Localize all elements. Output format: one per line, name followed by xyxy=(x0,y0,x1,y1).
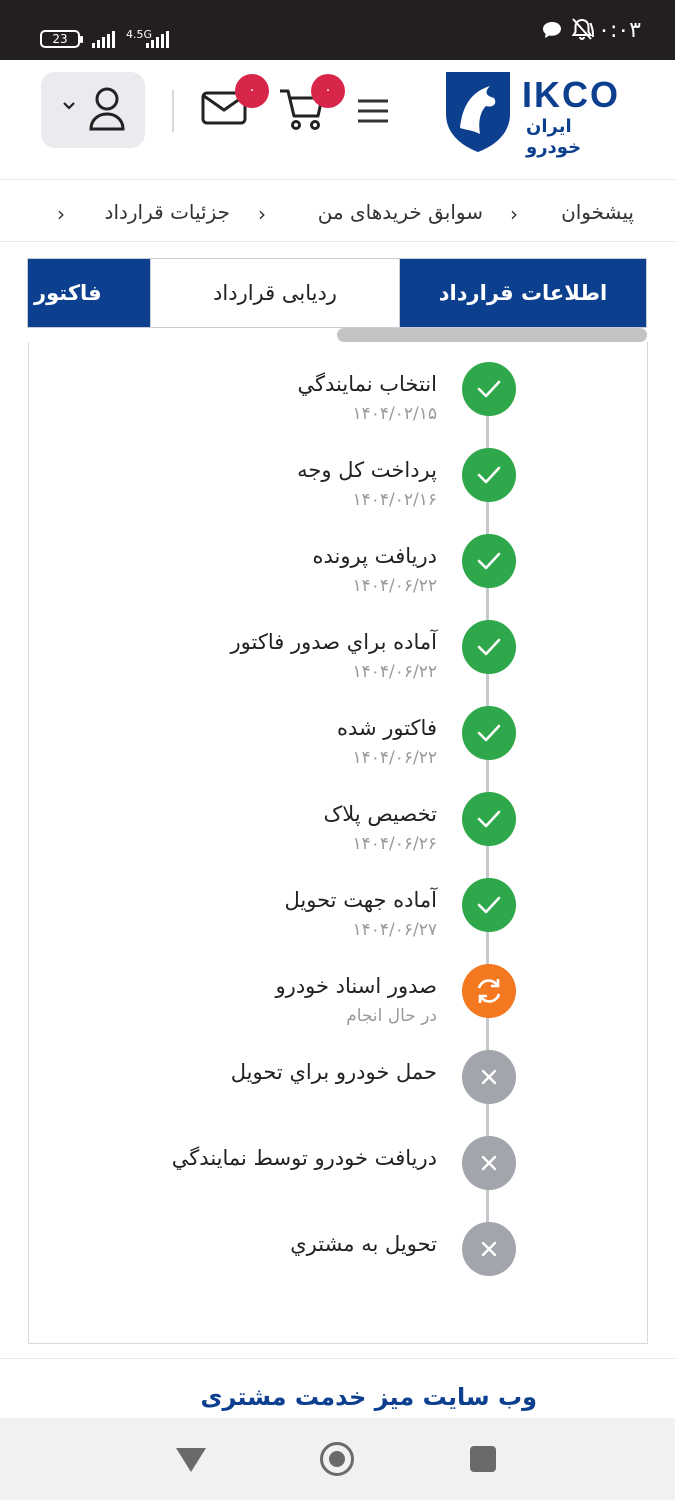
step-status-done xyxy=(462,362,516,416)
breadcrumb-item-dashboard[interactable]: پیشخوان xyxy=(561,200,634,224)
step-title: آماده جهت تحويل xyxy=(284,888,437,912)
header-divider xyxy=(172,90,174,132)
back-icon[interactable] xyxy=(176,1448,206,1472)
user-icon xyxy=(89,87,125,131)
tabs-scrollbar[interactable] xyxy=(337,328,647,342)
check-icon xyxy=(477,810,501,828)
system-nav-bar xyxy=(0,1418,675,1500)
breadcrumb: پیشخوان › سوابق خریدهای من › جزئیات قرار… xyxy=(0,180,675,242)
step-title: صدور اسناد خودرو xyxy=(275,974,437,998)
step-title: دريافت پرونده xyxy=(312,544,437,568)
chevron-right-icon: › xyxy=(510,202,518,226)
refresh-icon xyxy=(477,979,501,1003)
breadcrumb-item-purchases[interactable]: سوابق خریدهای من xyxy=(318,200,483,224)
check-icon xyxy=(477,724,501,742)
status-bar: 23 4.5G ۱۰:۰۳ xyxy=(0,0,675,60)
chevron-right-icon: › xyxy=(57,202,65,226)
step-title: تخصيص پلاک xyxy=(323,802,437,826)
step-status-pending xyxy=(462,1050,516,1104)
tab-invoice[interactable]: فاکتور xyxy=(28,259,150,327)
tracking-panel xyxy=(28,342,648,1344)
step-status-in-progress xyxy=(462,964,516,1018)
signal-icon-2 xyxy=(146,30,169,48)
step-status-pending xyxy=(462,1222,516,1276)
step-date: ۱۴۰۴/۰۶/۲۲ xyxy=(352,576,437,596)
step-date: ۱۴۰۴/۰۶/۲۲ xyxy=(352,748,437,768)
hamburger-menu-icon[interactable] xyxy=(356,98,390,124)
mail-badge: ۰ xyxy=(235,74,269,108)
close-icon xyxy=(481,1241,497,1257)
step-status-text: در حال انجام xyxy=(346,1006,437,1026)
step-date: ۱۴۰۴/۰۶/۲۲ xyxy=(352,662,437,682)
step-date: ۱۴۰۴/۰۶/۲۶ xyxy=(352,834,437,854)
step-title: تحويل به مشتري xyxy=(290,1232,437,1256)
step-status-done xyxy=(462,706,516,760)
logo-subtitle: ایران خودرو xyxy=(526,116,582,158)
signal-icon xyxy=(92,30,115,48)
clock: ۱۰:۰۳ xyxy=(586,18,641,43)
step-status-done xyxy=(462,448,516,502)
check-icon xyxy=(477,380,501,398)
app-header: ۰ ۰ IKCO ایران خودرو xyxy=(0,60,675,180)
chevron-down-icon xyxy=(63,102,75,110)
step-date: ۱۴۰۴/۰۲/۱۶ xyxy=(352,490,437,510)
ikco-logo[interactable]: IKCO ایران خودرو xyxy=(440,68,630,158)
tabs: اطلاعات قرارداد ردیابی قرارداد فاکتور xyxy=(27,258,647,328)
step-title: پرداخت کل وجه xyxy=(297,458,437,482)
step-date: ۱۴۰۴/۰۶/۲۷ xyxy=(352,920,437,940)
step-status-pending xyxy=(462,1136,516,1190)
step-status-done xyxy=(462,792,516,846)
chat-icon xyxy=(543,22,561,38)
home-icon[interactable] xyxy=(320,1442,354,1476)
check-icon xyxy=(477,552,501,570)
close-icon xyxy=(481,1155,497,1171)
step-status-done xyxy=(462,534,516,588)
close-icon xyxy=(481,1069,497,1085)
check-icon xyxy=(477,896,501,914)
step-title: حمل خودرو براي تحويل xyxy=(230,1060,437,1084)
tab-contract-info[interactable]: اطلاعات قرارداد xyxy=(400,259,646,327)
footer-title[interactable]: وب سایت میز خدمت مشتری xyxy=(200,1383,537,1411)
recent-apps-icon[interactable] xyxy=(470,1446,496,1472)
check-icon xyxy=(477,638,501,656)
step-title: دريافت خودرو توسط نمايندگي xyxy=(171,1146,437,1170)
cart-badge: ۰ xyxy=(311,74,345,108)
breadcrumb-item-contract-details[interactable]: جزئیات قرارداد xyxy=(105,200,230,224)
step-title: فاکتور شده xyxy=(336,716,437,740)
step-date: ۱۴۰۴/۰۲/۱۵ xyxy=(352,404,437,424)
footer-section: وب سایت میز خدمت مشتری xyxy=(0,1358,675,1418)
chevron-right-icon: › xyxy=(258,202,266,226)
logo-text: IKCO xyxy=(522,74,620,115)
tab-contract-tracking[interactable]: ردیابی قرارداد xyxy=(150,259,400,327)
step-title: آماده براي صدور فاکتور xyxy=(230,630,437,654)
horse-shield-icon xyxy=(446,72,510,152)
step-title: انتخاب نمايندگي xyxy=(297,372,437,396)
user-menu-button[interactable] xyxy=(41,72,145,148)
check-icon xyxy=(477,466,501,484)
battery-indicator: 23 xyxy=(40,30,83,48)
step-status-done xyxy=(462,620,516,674)
step-status-done xyxy=(462,878,516,932)
